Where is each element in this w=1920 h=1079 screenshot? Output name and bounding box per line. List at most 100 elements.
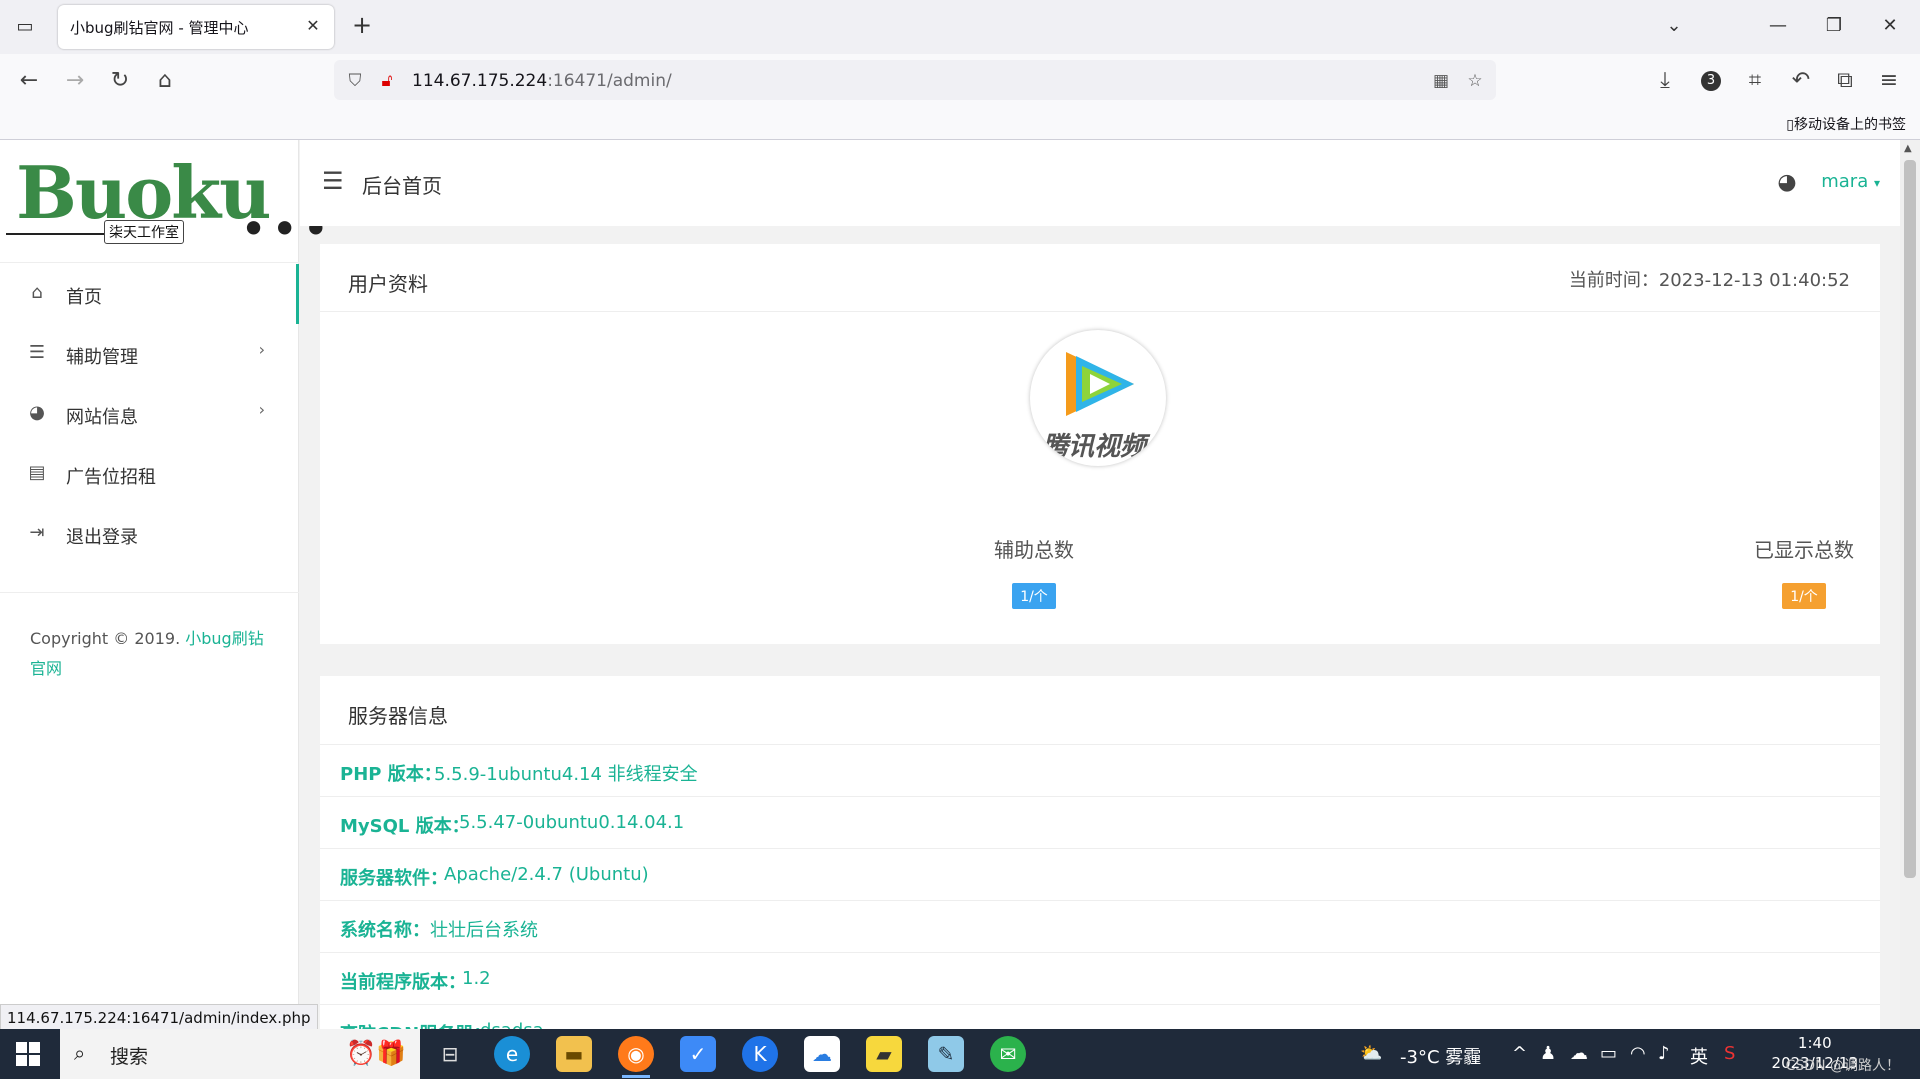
info-row: PHP 版本： 5.5.9-1ubuntu4.14 非线程安全 [320,744,1880,796]
logo[interactable]: Buoku ••• 柒天工作室 [0,140,329,263]
tray-app-icon[interactable]: ♟ [1540,1043,1556,1064]
sogou-icon[interactable]: S [1724,1043,1735,1064]
kuaishou-icon[interactable]: K [742,1036,778,1072]
stat-assist-total: 辅助总数 1/个 [934,534,1134,609]
info-row: MySQL 版本： 5.5.47-0ubuntu0.14.04.1 [320,796,1880,848]
shield-icon[interactable]: ⛉ [344,70,366,92]
qr-code-icon[interactable]: ▦ [1430,70,1452,92]
weather-icon[interactable]: ⛅ [1360,1043,1382,1064]
extensions-icon[interactable]: ⧉ [1830,66,1860,96]
back-icon[interactable]: ← [14,66,44,96]
volume-icon[interactable]: ♪ [1658,1043,1670,1064]
stat-badge: 1/个 [1012,583,1056,609]
divider [0,592,299,593]
clock-time: 1:40 [1797,1034,1832,1052]
tab-strip: ▭ 小bug刷钻官网 - 管理中心 ✕ + ⌄ — ❐ ✕ [0,0,1920,54]
sidebar-item-assist[interactable]: ☰ 辅助管理 › [0,324,299,384]
task-view-icon[interactable]: ⊟ [432,1036,468,1072]
info-value: 5.5.9-1ubuntu4.14 非线程安全 [434,764,698,785]
close-tab-icon[interactable]: ✕ [302,15,324,37]
scroll-up-icon[interactable]: ▲ [1904,143,1912,154]
url-bar[interactable]: ⛉ 🔓︎ 114.67.175.224:16471/admin/ ▦ ☆ [334,60,1496,100]
page-header: ☰ 后台首页 ◕ mara ▾ [300,140,1900,226]
notepad-icon[interactable]: ✎ [928,1036,964,1072]
insecure-lock-icon[interactable]: 🔓︎ [376,70,398,92]
page-scrollbar[interactable]: ▲ [1900,140,1920,1029]
sidebar-item-label: 辅助管理 [66,347,138,368]
mobile-bookmarks[interactable]: ▯移动设备上的书签 [1786,114,1906,134]
menu-icon[interactable]: ≡ [1874,66,1904,96]
info-key: 系统名称： [340,920,430,941]
sidebar-item-label: 广告位招租 [66,467,156,488]
sticky-notes-icon[interactable]: ▰ [866,1036,902,1072]
info-value: 5.5.47-0ubuntu0.14.04.1 [459,812,685,833]
user-name: mara [1821,171,1869,192]
wechat-icon[interactable]: ✉ [990,1036,1026,1072]
id-card-icon: ▤ [28,462,46,483]
battery-icon[interactable]: ▭ [1600,1043,1617,1064]
user-menu[interactable]: mara ▾ [1821,171,1880,192]
tray-chevron-icon[interactable]: ^ [1512,1043,1527,1064]
status-url: 114.67.175.224:16471/admin/index.php [0,1004,318,1032]
hamburger-icon[interactable]: ☰ [322,168,348,194]
wifi-icon[interactable]: ◠ [1630,1043,1646,1064]
tab-overflow-icon[interactable]: ⌄ [1654,12,1694,40]
undo-icon[interactable]: ↶ [1786,66,1816,96]
sidebar-item-label: 网站信息 [66,407,138,428]
url-path: :16471/admin/ [547,71,672,91]
scroll-thumb[interactable] [1904,160,1916,878]
ime-indicator[interactable]: 英 [1690,1043,1708,1069]
play-logo-icon [1066,352,1134,416]
file-explorer-icon[interactable]: ▬ [556,1036,592,1072]
url-text[interactable]: 114.67.175.224:16471/admin/ [412,71,672,91]
caret-down-icon: ▾ [1873,176,1880,190]
new-tab-icon[interactable]: + [348,12,376,40]
info-key: PHP 版本： [340,764,442,785]
sidebar-item-home[interactable]: ⌂ 首页 [0,264,299,324]
logo-underline [6,233,104,235]
sidebar: Buoku ••• 柒天工作室 ⌂ 首页 ☰ 辅助管理 › ◕ 网站信息 › ▤… [0,140,329,1029]
baidu-netdisk-icon[interactable]: ☁ [804,1036,840,1072]
extension-badge-icon[interactable]: 3 [1696,66,1726,96]
info-row: 系统名称： 壮壮后台系统 [320,900,1880,952]
downloads-icon[interactable]: ⤓ [1650,66,1680,96]
weather-text[interactable]: -3°C 雾霾 [1400,1043,1481,1069]
sidebar-item-site-info[interactable]: ◕ 网站信息 › [0,384,299,444]
profile-card: 用户资料 当前时间：2023-12-13 01:40:52 腾讯视频 辅助总数 … [320,244,1880,644]
logo-tag: 柒天工作室 [104,220,184,244]
theme-palette-icon[interactable]: ◕ [1774,170,1800,196]
tab-title: 小bug刷钻官网 - 管理中心 [70,19,249,37]
feishu-icon[interactable]: ✓ [680,1036,716,1072]
bookmark-star-icon[interactable]: ☆ [1464,70,1486,92]
forward-icon[interactable]: → [60,66,90,96]
info-value: Apache/2.4.7 (Ubuntu) [444,864,649,885]
search-icon: ⌕ [74,1041,86,1065]
avatar-caption: 腾讯视频 [1042,432,1147,462]
chevron-right-icon: › [258,400,265,419]
window-close-icon[interactable]: ✕ [1870,12,1910,40]
taskbar-search[interactable]: ⌕ 搜索 ⏰🎁 [60,1029,420,1079]
info-row: 当前程序版本： 1.2 [320,952,1880,1004]
browser-tab[interactable]: 小bug刷钻官网 - 管理中心 ✕ [58,5,334,49]
restore-icon[interactable]: ❐ [1814,12,1854,40]
crop-icon[interactable]: ⌗ [1740,66,1770,96]
start-icon[interactable] [16,1042,40,1066]
copyright-text: Copyright © 2019. [30,629,186,648]
sidebar-item-logout[interactable]: ⇥ 退出登录 [0,504,299,564]
time-label: 当前时间： [1568,270,1659,291]
reload-icon[interactable]: ↻ [105,66,135,96]
search-label: 搜索 [110,1046,149,1068]
sidebar-item-label: 退出登录 [66,527,138,548]
tab-list-icon[interactable]: ▭ [12,14,38,40]
onedrive-icon[interactable]: ☁ [1570,1043,1588,1064]
url-host: 114.67.175.224 [412,71,548,91]
minimize-icon[interactable]: — [1758,12,1798,40]
taskbar: ⌕ 搜索 ⏰🎁 ⊟ e ▬ ◉ ✓ K ☁ ▰ ✎ ✉ ⛅ -3°C 雾霾 ^ … [0,1029,1920,1079]
sidebar-item-ads[interactable]: ▤ 广告位招租 [0,444,299,504]
edge-icon[interactable]: e [494,1036,530,1072]
home-icon[interactable]: ⌂ [150,66,180,96]
current-time: 当前时间：2023-12-13 01:40:52 [1569,266,1850,292]
avatar: 腾讯视频 [1030,330,1166,466]
server-card: 服务器信息 PHP 版本： 5.5.9-1ubuntu4.14 非线程安全 My… [320,676,1880,1029]
firefox-icon[interactable]: ◉ [618,1036,654,1078]
